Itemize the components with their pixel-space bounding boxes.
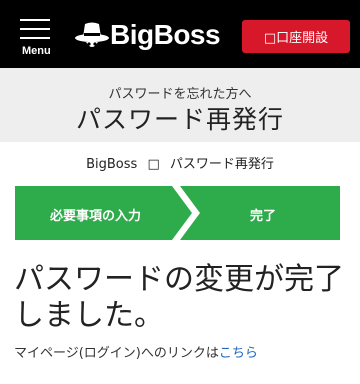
breadcrumb-home[interactable]: BigBoss [86, 157, 137, 172]
mypage-link[interactable]: こちら [219, 346, 258, 361]
hamburger-icon-bar [20, 28, 50, 30]
hamburger-icon-bar [20, 37, 50, 39]
breadcrumb: BigBoss □ パスワード再発行 [0, 153, 360, 172]
mypage-link-text: マイページ(ログイン)へのリンクは [14, 346, 219, 361]
mypage-link-line: マイページ(ログイン)へのリンクはこちら [14, 342, 258, 361]
page-title-band: パスワードを忘れた方へ パスワード再発行 [0, 68, 360, 142]
site-header: Menu BigBoss □口座開設 [0, 0, 360, 68]
step-1-label: 必要事項の入力 [50, 209, 142, 224]
menu-label: Menu [22, 45, 51, 57]
logo-text: BigBoss [110, 19, 221, 50]
page-title: パスワード再発行 [75, 105, 284, 134]
hat-logo-icon [75, 22, 109, 47]
menu-button[interactable]: Menu [14, 14, 58, 60]
completion-message: パスワードの変更が完了しました。 [14, 262, 344, 333]
hamburger-icon [20, 19, 50, 21]
bigboss-logo[interactable]: BigBoss [74, 18, 230, 54]
breadcrumb-separator: □ [147, 157, 160, 172]
step-2-label: 完了 [250, 209, 277, 224]
open-account-button[interactable]: □口座開設 [242, 20, 350, 53]
breadcrumb-current: パスワード再発行 [169, 157, 274, 172]
progress-steps: 必要事項の入力 完了 [15, 186, 340, 240]
